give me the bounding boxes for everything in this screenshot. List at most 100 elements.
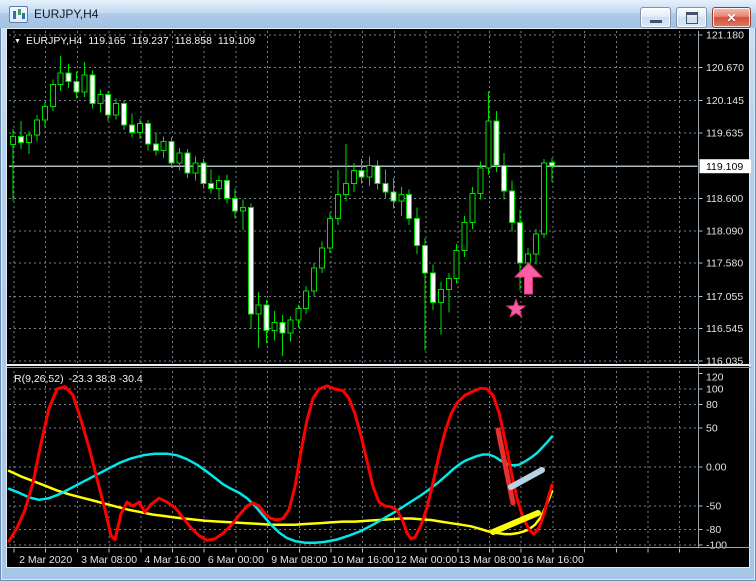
price-axis-label: 120.670 xyxy=(706,62,744,74)
candle xyxy=(184,152,191,174)
candle xyxy=(525,253,531,264)
indicator-axis-label: 0.00 xyxy=(706,462,727,474)
candle xyxy=(65,72,72,82)
candle xyxy=(176,152,183,164)
candle xyxy=(501,165,508,192)
time-axis-label: 10 Mar 16:00 xyxy=(332,554,394,566)
candle xyxy=(121,102,128,126)
price-axis-label: 119.635 xyxy=(706,127,743,139)
indicator-axis-label: -50 xyxy=(706,501,721,513)
chart-svg[interactable]: 121.180 120.670 120.145 119.635 118.600 118.0… xyxy=(7,29,751,569)
candle xyxy=(390,191,397,202)
candle xyxy=(342,182,349,196)
candle xyxy=(231,197,238,212)
candle xyxy=(461,222,468,251)
candle xyxy=(453,249,460,279)
header-close: 119.109 xyxy=(217,35,256,47)
candle xyxy=(136,123,143,134)
candle xyxy=(152,143,159,151)
candle xyxy=(89,74,96,104)
time-axis-label: 12 Mar 00:00 xyxy=(395,554,457,566)
candle xyxy=(509,190,516,224)
indicator-axis-label: 100 xyxy=(706,384,724,396)
candle xyxy=(485,120,492,169)
oscillator-line-fast xyxy=(7,384,554,543)
candle xyxy=(129,124,135,134)
candle xyxy=(41,106,48,121)
candle xyxy=(493,120,500,167)
chevron-down-icon: ▼ xyxy=(14,38,21,45)
candle xyxy=(10,135,17,146)
title-bar[interactable]: EURJPY,H4 ✕ xyxy=(0,0,756,28)
candle xyxy=(517,222,524,264)
candle xyxy=(33,119,40,136)
candle xyxy=(255,304,262,315)
indicator-axis-label: 50 xyxy=(706,423,718,435)
candle xyxy=(263,304,270,331)
minimize-icon xyxy=(649,20,662,23)
time-axis-label: 2 Mar 2020 xyxy=(19,554,72,566)
indicator-axis-label: -80 xyxy=(706,524,721,536)
close-button[interactable]: ✕ xyxy=(712,7,751,28)
candle xyxy=(358,170,365,178)
candle xyxy=(532,233,539,255)
minimize-button[interactable] xyxy=(640,7,671,28)
header-symbol: EURJPY,H4 xyxy=(25,35,83,47)
candle xyxy=(271,322,278,331)
candle xyxy=(334,194,341,220)
current-price-label: 119.109 xyxy=(706,161,743,173)
candle xyxy=(247,206,254,315)
price-axis-label: 118.600 xyxy=(706,193,743,205)
indicator-axis-label: -100 xyxy=(706,540,727,552)
trend-segment-1 xyxy=(508,467,545,490)
oscillator-line-slow xyxy=(7,469,554,536)
price-axis-label: 121.180 xyxy=(706,30,744,42)
candle xyxy=(548,162,555,167)
restore-button[interactable] xyxy=(676,7,707,28)
header-low: 118.858 xyxy=(174,35,212,47)
ohlc-header: ▼ EURJPY,H4 119.165 119.237 118.858 119.109 xyxy=(14,35,255,47)
price-axis-label: 117.580 xyxy=(706,258,743,270)
candle xyxy=(81,74,88,93)
candle xyxy=(477,167,484,194)
candle xyxy=(287,319,294,334)
price-axis-label: 117.055 xyxy=(706,291,743,303)
close-icon: ✕ xyxy=(726,10,737,25)
indicator-axis-label: 120 xyxy=(706,372,724,384)
time-axis-label: 16 Mar 16:00 xyxy=(522,554,584,566)
candle xyxy=(97,94,104,104)
app-icon xyxy=(9,5,28,23)
candle xyxy=(73,80,80,93)
candle xyxy=(374,165,381,184)
candle xyxy=(311,267,318,292)
candle xyxy=(208,182,215,189)
time-axis-label: 3 Mar 08:00 xyxy=(81,554,137,566)
candle xyxy=(414,218,421,246)
star-icon xyxy=(505,298,527,318)
header-high: 119.237 xyxy=(131,35,169,47)
time-axis-label: 13 Mar 08:00 xyxy=(459,554,521,566)
candle xyxy=(382,182,389,193)
buy-arrow-icon xyxy=(513,262,544,295)
indicator-name: R(9,26,52) xyxy=(14,373,64,385)
chart-canvas[interactable]: 121.180 120.670 120.145 119.635 118.600 118.0… xyxy=(6,28,751,569)
window-title: EURJPY,H4 xyxy=(34,7,99,21)
candle xyxy=(437,289,444,303)
price-axis-label: 116.545 xyxy=(706,323,743,335)
candle xyxy=(445,277,452,291)
candle xyxy=(192,162,199,174)
candle xyxy=(350,170,357,184)
candle xyxy=(422,244,429,274)
candle xyxy=(406,194,413,220)
candle xyxy=(113,102,120,116)
candle xyxy=(168,140,175,164)
candle xyxy=(279,322,286,334)
candle xyxy=(303,290,310,310)
candle xyxy=(144,123,151,145)
candle xyxy=(429,272,436,303)
indicator-axis-label: 80 xyxy=(706,399,718,411)
time-axis-label: 9 Mar 08:00 xyxy=(271,554,327,566)
candle xyxy=(224,180,231,199)
candle xyxy=(57,72,64,85)
time-axis-label: 6 Mar 00:00 xyxy=(208,554,264,566)
